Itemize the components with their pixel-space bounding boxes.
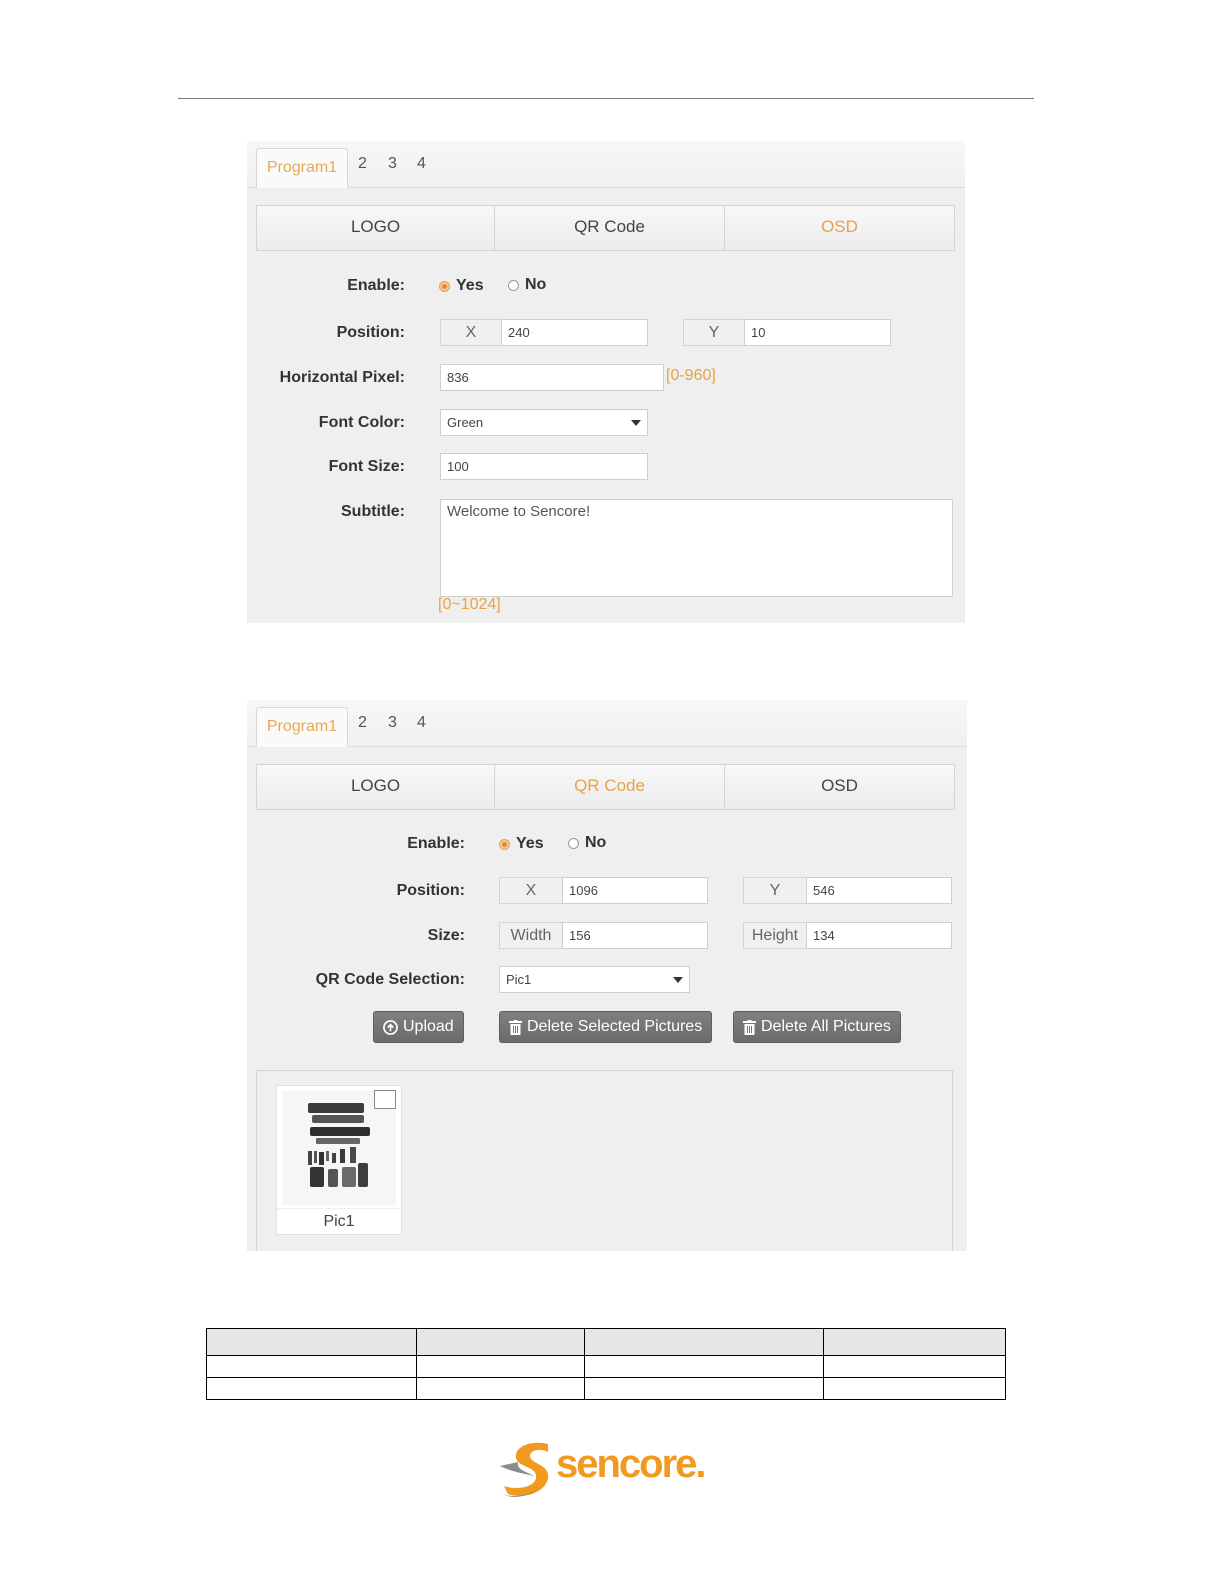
font-size-input[interactable]: 100	[440, 453, 648, 480]
sencore-logo-text: sencore.	[556, 1442, 707, 1486]
subtab-qr-code[interactable]: QR Code	[495, 206, 725, 250]
enable-yes-radio[interactable]: Yes	[439, 277, 484, 295]
table-cell	[584, 1328, 824, 1356]
table-cell	[206, 1328, 417, 1356]
position-label: Position:	[396, 882, 465, 899]
tab-program1[interactable]: Program1	[256, 707, 348, 747]
subtab-logo[interactable]: LOGO	[257, 765, 495, 809]
table-cell	[416, 1328, 585, 1356]
table-cell	[823, 1328, 1006, 1356]
delete-all-pictures-button[interactable]: Delete All Pictures	[733, 1011, 901, 1043]
dropdown-arrow-icon	[631, 420, 641, 426]
gallery-item[interactable]: Pic1	[276, 1085, 402, 1235]
enable-no-radio[interactable]: No	[568, 834, 606, 852]
tab-program-4[interactable]: 4	[417, 714, 426, 732]
table-cell	[584, 1377, 824, 1400]
radio-selected-icon	[439, 280, 450, 292]
font-color-label: Font Color:	[318, 414, 405, 431]
subtab-qr-code[interactable]: QR Code	[495, 765, 725, 809]
trash-icon	[509, 1019, 522, 1035]
subtitle-textarea[interactable]: Welcome to Sencore!	[440, 499, 953, 597]
size-height-addon: Height	[743, 922, 807, 949]
enable-no-radio[interactable]: No	[508, 276, 546, 294]
header-rule	[178, 98, 1034, 99]
size-width-input[interactable]: 156	[562, 922, 708, 949]
table-row	[206, 1355, 1006, 1378]
osd-settings-panel: Program1 2 3 4 LOGO QR Code OSD Enable: …	[247, 141, 965, 623]
radio-unselected-icon	[508, 279, 519, 291]
overlay-type-tabs: LOGO QR Code OSD	[256, 764, 955, 810]
font-color-value: Green	[447, 415, 484, 430]
horizontal-pixel-label: Horizontal Pixel:	[279, 369, 405, 386]
gallery-item-caption: Pic1	[277, 1208, 401, 1234]
subtab-osd[interactable]: OSD	[725, 765, 954, 809]
position-y-addon: Y	[743, 877, 807, 904]
table-cell	[416, 1377, 585, 1400]
delete-selected-pictures-label: Delete Selected Pictures	[527, 1018, 703, 1035]
enable-label: Enable:	[407, 835, 465, 852]
tab-program-2[interactable]: 2	[358, 155, 367, 173]
subtab-osd[interactable]: OSD	[725, 206, 954, 250]
sencore-swoosh-icon	[500, 1442, 549, 1497]
font-color-select[interactable]: Green	[440, 409, 648, 436]
qr-code-selection-label: QR Code Selection:	[315, 971, 465, 988]
delete-all-pictures-label: Delete All Pictures	[761, 1018, 891, 1035]
radio-selected-icon	[499, 838, 510, 850]
radio-unselected-icon	[568, 837, 579, 849]
position-x-addon: X	[440, 319, 502, 346]
picture-gallery: Pic1	[256, 1070, 953, 1251]
subtab-logo[interactable]: LOGO	[257, 206, 495, 250]
tab-program1[interactable]: Program1	[256, 148, 348, 188]
upload-button[interactable]: Upload	[373, 1011, 464, 1043]
size-height-input[interactable]: 134	[806, 922, 952, 949]
select-checkbox[interactable]	[374, 1090, 396, 1109]
horizontal-pixel-input[interactable]: 836	[440, 364, 664, 391]
tab-program-4[interactable]: 4	[417, 155, 426, 173]
upload-icon	[383, 1019, 398, 1035]
tab-program-3[interactable]: 3	[388, 155, 397, 173]
subtitle-range: [0~1024]	[438, 596, 501, 613]
position-label: Position:	[336, 324, 405, 341]
position-x-input[interactable]: 240	[501, 319, 648, 346]
program-tab-bar: Program1 2 3 4	[247, 141, 965, 188]
size-label: Size:	[427, 927, 465, 944]
enable-yes-radio[interactable]: Yes	[499, 835, 544, 853]
size-width-addon: Width	[499, 922, 563, 949]
table-cell	[416, 1355, 585, 1378]
tab-program-3[interactable]: 3	[388, 714, 397, 732]
enable-yes-label: Yes	[456, 277, 484, 294]
enable-no-label: No	[525, 276, 547, 293]
enable-yes-label: Yes	[516, 835, 544, 852]
table-cell	[206, 1355, 417, 1378]
table-header-row	[206, 1328, 1006, 1356]
qr-code-selection-value: Pic1	[506, 972, 532, 987]
subtitle-label: Subtitle:	[341, 503, 405, 520]
table-cell	[823, 1377, 1006, 1400]
program-tab-bar: Program1 2 3 4	[247, 700, 967, 747]
table-cell	[584, 1355, 824, 1378]
table-cell	[823, 1355, 1006, 1378]
tab-program-2[interactable]: 2	[358, 714, 367, 732]
dropdown-arrow-icon	[673, 977, 683, 983]
position-x-addon: X	[499, 877, 563, 904]
qr-code-selection-select[interactable]: Pic1	[499, 966, 690, 993]
table-row	[206, 1377, 1006, 1400]
trash-icon	[743, 1019, 756, 1035]
delete-selected-pictures-button[interactable]: Delete Selected Pictures	[499, 1011, 713, 1043]
position-y-input[interactable]: 546	[806, 877, 952, 904]
sencore-logo: sencore.	[498, 1440, 718, 1498]
horizontal-pixel-range: [0-960]	[666, 367, 716, 384]
qr-code-settings-panel: Program1 2 3 4 LOGO QR Code OSD Enable: …	[247, 700, 967, 1251]
position-y-addon: Y	[683, 319, 745, 346]
enable-label: Enable:	[347, 277, 405, 294]
table-cell	[206, 1377, 417, 1400]
enable-no-label: No	[585, 834, 607, 851]
position-x-input[interactable]: 1096	[562, 877, 708, 904]
upload-button-label: Upload	[403, 1018, 454, 1035]
position-y-input[interactable]: 10	[744, 319, 891, 346]
empty-table	[206, 1328, 1006, 1400]
overlay-type-tabs: LOGO QR Code OSD	[256, 205, 955, 251]
font-size-label: Font Size:	[328, 458, 405, 475]
